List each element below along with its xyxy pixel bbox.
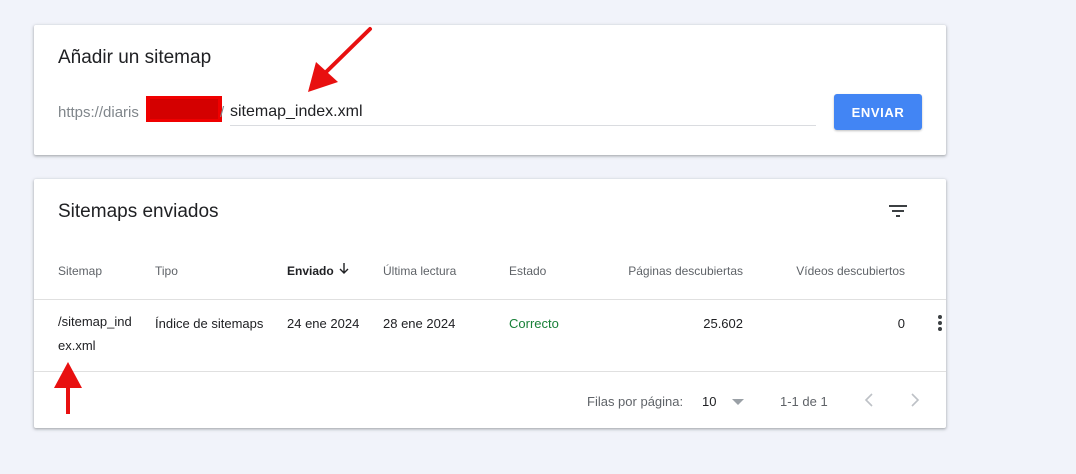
chevron-right-icon[interactable] (904, 389, 924, 411)
cell-submitted: 24 ene 2024 (287, 316, 360, 331)
url-prefix: https://diaris (58, 104, 139, 121)
chevron-left-icon[interactable] (860, 389, 880, 411)
column-header-last-read[interactable]: Última lectura (383, 264, 456, 278)
submit-button[interactable]: ENVIAR (834, 94, 922, 130)
header-divider (34, 299, 946, 300)
filter-icon[interactable] (886, 199, 910, 223)
rows-per-page-select[interactable]: 10 (702, 389, 746, 411)
cell-videos: 0 (897, 316, 905, 331)
add-sitemap-title: Añadir un sitemap (58, 47, 212, 68)
cell-sitemap: /sitemap_index.xml (58, 314, 132, 353)
column-header-sitemap[interactable]: Sitemap (58, 264, 102, 278)
column-header-videos[interactable]: Vídeos descubiertos (764, 264, 905, 278)
cell-last-read: 28 ene 2024 (383, 316, 456, 331)
caret-down-icon (732, 399, 744, 405)
pagination-range: 1-1 de 1 (780, 394, 828, 409)
column-header-type[interactable]: Tipo (155, 264, 178, 278)
column-header-submitted[interactable]: Enviado (287, 264, 334, 278)
sitemap-url-input[interactable] (230, 99, 816, 126)
add-sitemap-card: Añadir un sitemap https://diaris / ENVIA… (34, 25, 946, 155)
column-header-status[interactable]: Estado (509, 264, 546, 278)
redaction-box (146, 96, 222, 122)
arrow-down-icon[interactable] (337, 262, 351, 276)
cell-type: Índice de sitemaps (155, 316, 264, 331)
submitted-sitemaps-title: Sitemaps enviados (58, 201, 219, 222)
cell-status: Correcto (509, 316, 559, 331)
cell-pages: 25.602 (703, 316, 743, 331)
url-slash: / (220, 104, 225, 121)
submitted-sitemaps-card: Sitemaps enviados Sitemap Tipo Enviado Ú… (34, 179, 946, 428)
more-vert-icon[interactable] (936, 315, 944, 331)
row-divider (34, 371, 946, 372)
rows-per-page-value: 10 (702, 394, 717, 409)
rows-per-page-label: Filas por página: (587, 394, 684, 409)
column-header-pages[interactable]: Páginas descubiertas (594, 264, 743, 278)
